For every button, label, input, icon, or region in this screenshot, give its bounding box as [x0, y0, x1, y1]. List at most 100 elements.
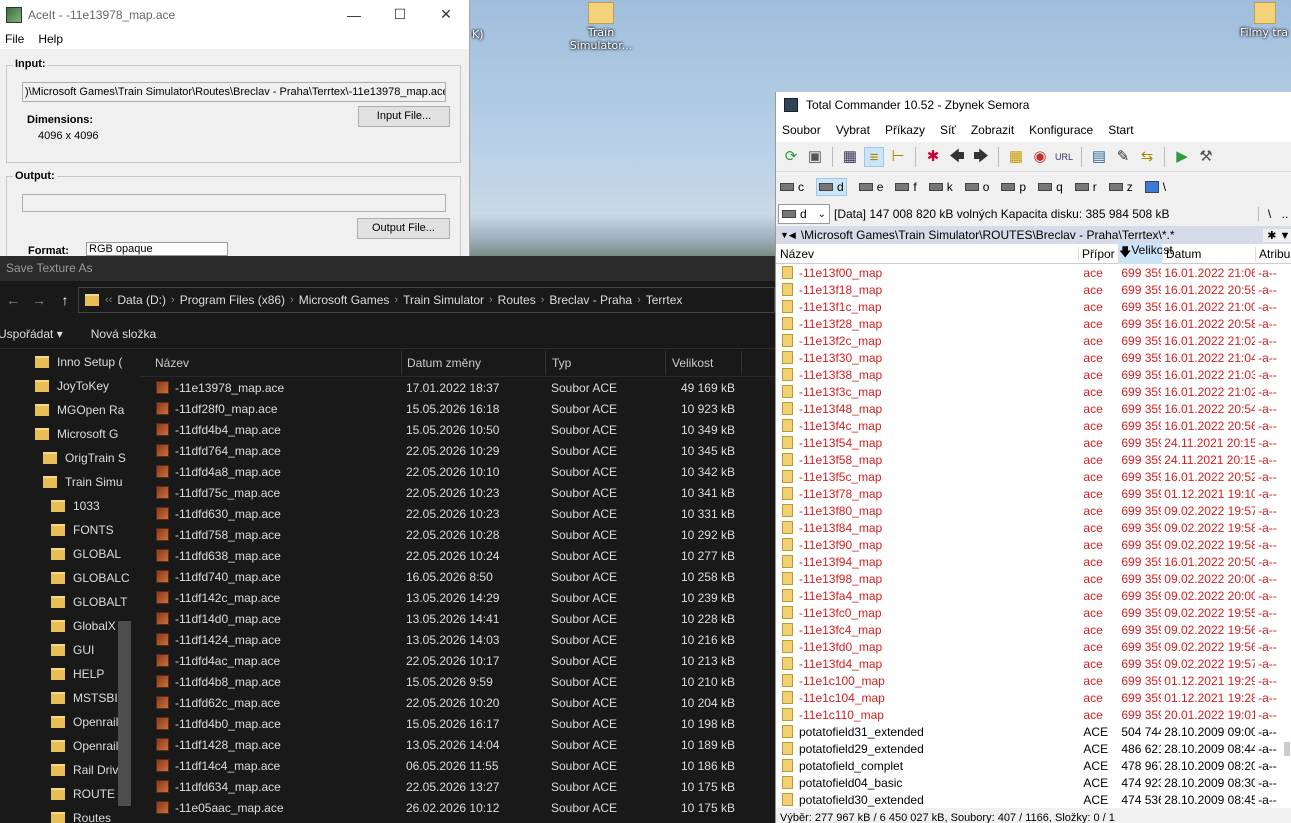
- hotlist-icon[interactable]: ✱ ▼: [1263, 228, 1291, 242]
- desktop-icon-filmy[interactable]: Filmy tra: [1240, 2, 1291, 39]
- tc-file-row[interactable]: -11e1c104_map ace 699 359 01.12.2021 19:28-…: [776, 689, 1291, 706]
- maximize-icon[interactable]: ☐: [377, 6, 423, 23]
- tc-file-row[interactable]: -11e13f58_map ace 699 359 24.11.2021 20:15-…: [776, 451, 1291, 468]
- file-row[interactable]: -11df1428_map.ace 13.05.2026 14:04 Soubor …: [140, 734, 775, 755]
- file-row[interactable]: -11df142c_map.ace 13.05.2026 14:29 Soubor …: [140, 587, 775, 608]
- file-row[interactable]: -11dfd4b4_map.ace 15.05.2026 10:50 Soubor …: [140, 419, 775, 440]
- tc-file-row[interactable]: -11e13f2c_map ace 699 359 16.01.2022 21:02-…: [776, 332, 1291, 349]
- tc-column-ext[interactable]: Přípor: [1078, 246, 1118, 261]
- organize-button[interactable]: Uspořádat ▾: [0, 327, 63, 341]
- tc-file-row[interactable]: -11e1c110_map ace 699 359 20.01.2022 19:01-…: [776, 706, 1291, 723]
- file-row[interactable]: -11dfd4b8_map.ace 15.05.2026 9:59 Soubor A…: [140, 671, 775, 692]
- breadcrumb-overflow-icon[interactable]: ‹‹: [105, 294, 112, 306]
- column-type[interactable]: Typ: [546, 356, 665, 370]
- parent-button[interactable]: ..: [1280, 207, 1290, 221]
- tc-menu-konfigurace[interactable]: Konfigurace: [1029, 123, 1093, 137]
- file-row[interactable]: -11dfd4ac_map.ace 22.05.2026 10:17 Soubor …: [140, 650, 775, 671]
- tc-file-row[interactable]: -11e13f94_map ace 699 359 16.01.2022 20:50-…: [776, 553, 1291, 570]
- file-row[interactable]: -11dfd4a8_map.ace 22.05.2026 10:10 Soubor …: [140, 461, 775, 482]
- tree-folder-item[interactable]: Inno Setup (: [35, 350, 122, 374]
- url-icon[interactable]: URL: [1054, 147, 1074, 167]
- tree-folder-item[interactable]: HELP: [51, 662, 104, 686]
- forward-arrow-icon[interactable]: 🡆: [971, 147, 991, 167]
- back-arrow-icon[interactable]: ←: [0, 292, 26, 308]
- tree-folder-item[interactable]: GUI: [51, 638, 94, 662]
- tree-folder-item[interactable]: ROUTE G: [51, 782, 128, 806]
- command-prompt-icon[interactable]: ▶: [1172, 147, 1192, 167]
- tree-folder-item[interactable]: Rail Drive: [51, 758, 125, 782]
- network-icon[interactable]: ◉: [1030, 147, 1050, 167]
- drive-button-e[interactable]: e: [858, 180, 883, 194]
- tree-folder-item[interactable]: Train Simu: [43, 470, 123, 494]
- tc-titlebar[interactable]: Total Commander 10.52 - Zbynek Semora: [776, 92, 1291, 118]
- aceit-titlebar[interactable]: AceIt - -11e13978_map.ace — ☐ ✕: [0, 0, 469, 29]
- tc-file-row[interactable]: potatofield_complet ACE 478 967 28.10.2009 …: [776, 757, 1291, 774]
- drive-button-d[interactable]: d: [816, 178, 847, 196]
- drive-button-q[interactable]: q: [1038, 180, 1063, 194]
- input-path-field[interactable]: )\Microsoft Games\Train Simulator\Routes…: [22, 82, 446, 102]
- history-dropdown-icon[interactable]: ▼◀: [780, 230, 796, 241]
- breadcrumb-item[interactable]: Microsoft Games: [294, 293, 395, 307]
- column-date[interactable]: Datum změny: [402, 356, 545, 370]
- menu-help[interactable]: Help: [38, 32, 63, 46]
- tc-file-row[interactable]: -11e13fd4_map ace 699 359 09.02.2022 19:57-…: [776, 655, 1291, 672]
- drive-button-z[interactable]: z: [1108, 180, 1133, 194]
- copy-names-icon[interactable]: ▤: [1089, 147, 1109, 167]
- current-path-bar[interactable]: ▼◀ \Microsoft Games\Train Simulator\ROUT…: [780, 228, 1257, 242]
- archive-icon[interactable]: ▦: [1006, 147, 1026, 167]
- root-button[interactable]: \: [1258, 207, 1280, 221]
- breadcrumb-item[interactable]: Terrtex: [641, 293, 688, 307]
- close-icon[interactable]: ✕: [423, 6, 469, 23]
- drive-select[interactable]: d ⌄: [778, 204, 830, 224]
- refresh-icon[interactable]: ⟳: [781, 147, 801, 167]
- tree-folder-item[interactable]: FONTS: [51, 518, 114, 542]
- tree-folder-item[interactable]: MGOpen Ra: [35, 398, 124, 422]
- breadcrumb-item[interactable]: Data (D:): [112, 293, 171, 307]
- breadcrumb-item[interactable]: Breclav - Praha: [544, 293, 637, 307]
- tc-file-row[interactable]: -11e13f90_map ace 699 359 09.02.2022 19:58-…: [776, 536, 1291, 553]
- drive-button-r[interactable]: r: [1074, 180, 1097, 194]
- file-row[interactable]: -11dfd758_map.ace 22.05.2026 10:28 Soubor …: [140, 524, 775, 545]
- tc-column-date[interactable]: Datum: [1162, 246, 1255, 261]
- tc-file-row[interactable]: -11e13f98_map ace 699 359 09.02.2022 20:00-…: [776, 570, 1291, 587]
- file-row[interactable]: -11dfd764_map.ace 22.05.2026 10:29 Soubor …: [140, 440, 775, 461]
- breadcrumb-item[interactable]: Train Simulator: [398, 293, 489, 307]
- file-row[interactable]: -11dfd634_map.ace 22.05.2026 13:27 Soubor …: [140, 776, 775, 797]
- tree-folder-item[interactable]: GLOBAL: [51, 542, 121, 566]
- file-row[interactable]: -11df28f0_map.ace 15.05.2026 16:18 Soubor …: [140, 398, 775, 419]
- tc-file-row[interactable]: -11e13f3c_map ace 699 359 16.01.2022 21:02-…: [776, 383, 1291, 400]
- file-row[interactable]: -11dfd638_map.ace 22.05.2026 10:24 Soubor …: [140, 545, 775, 566]
- drive-button-p[interactable]: p: [1001, 180, 1026, 194]
- tc-file-row[interactable]: -11e13f18_map ace 699 359 16.01.2022 20:59-…: [776, 281, 1291, 298]
- tc-menu-start[interactable]: Start: [1108, 123, 1133, 137]
- tree-folder-item[interactable]: GLOBALT: [51, 590, 127, 614]
- file-row[interactable]: -11dfd62c_map.ace 22.05.2026 10:20 Soubor …: [140, 692, 775, 713]
- tree-folder-item[interactable]: OrigTrain S: [43, 446, 126, 470]
- output-file-button[interactable]: Output File...: [357, 218, 450, 239]
- tc-menu-soubor[interactable]: Soubor: [782, 123, 821, 137]
- tree-folder-item[interactable]: Openrails: [51, 710, 124, 734]
- drive-button-f[interactable]: f: [895, 180, 917, 194]
- tc-menu-sit[interactable]: Síť: [940, 123, 956, 137]
- tc-file-row[interactable]: -11e13f1c_map ace 699 359 16.01.2022 21:00-…: [776, 298, 1291, 315]
- forward-arrow-icon[interactable]: →: [26, 292, 52, 308]
- sync-icon[interactable]: ⇆: [1137, 147, 1157, 167]
- tree-scrollbar[interactable]: [118, 621, 131, 806]
- drive-button-o[interactable]: o: [964, 180, 989, 194]
- input-file-button[interactable]: Input File...: [358, 106, 450, 127]
- tc-file-row[interactable]: potatofield29_extended ACE 486 621 28.10.20…: [776, 740, 1291, 757]
- tc-file-row[interactable]: -11e13f48_map ace 699 359 16.01.2022 20:54-…: [776, 400, 1291, 417]
- file-row[interactable]: -11dfd630_map.ace 22.05.2026 10:23 Soubor …: [140, 503, 775, 524]
- tc-file-row[interactable]: -11e13f00_map ace 699 359 16.01.2022 21:06-…: [776, 264, 1291, 281]
- full-view-icon[interactable]: ≡: [864, 146, 884, 167]
- tree-folder-item[interactable]: 1033: [51, 494, 100, 518]
- minimize-icon[interactable]: —: [331, 7, 377, 23]
- tree-folder-item[interactable]: MSTSBIN: [51, 686, 126, 710]
- pack-icon[interactable]: ▣: [805, 147, 825, 167]
- tc-menu-vybrat[interactable]: Vybrat: [836, 123, 870, 137]
- file-row[interactable]: -11dfd75c_map.ace 22.05.2026 10:23 Soubor …: [140, 482, 775, 503]
- edit-icon[interactable]: ✎: [1113, 147, 1133, 167]
- new-folder-button[interactable]: Nová složka: [91, 327, 156, 341]
- tc-file-row[interactable]: -11e13f84_map ace 699 359 09.02.2022 19:58-…: [776, 519, 1291, 536]
- file-row[interactable]: -11dfd4b0_map.ace 15.05.2026 16:17 Soubor …: [140, 713, 775, 734]
